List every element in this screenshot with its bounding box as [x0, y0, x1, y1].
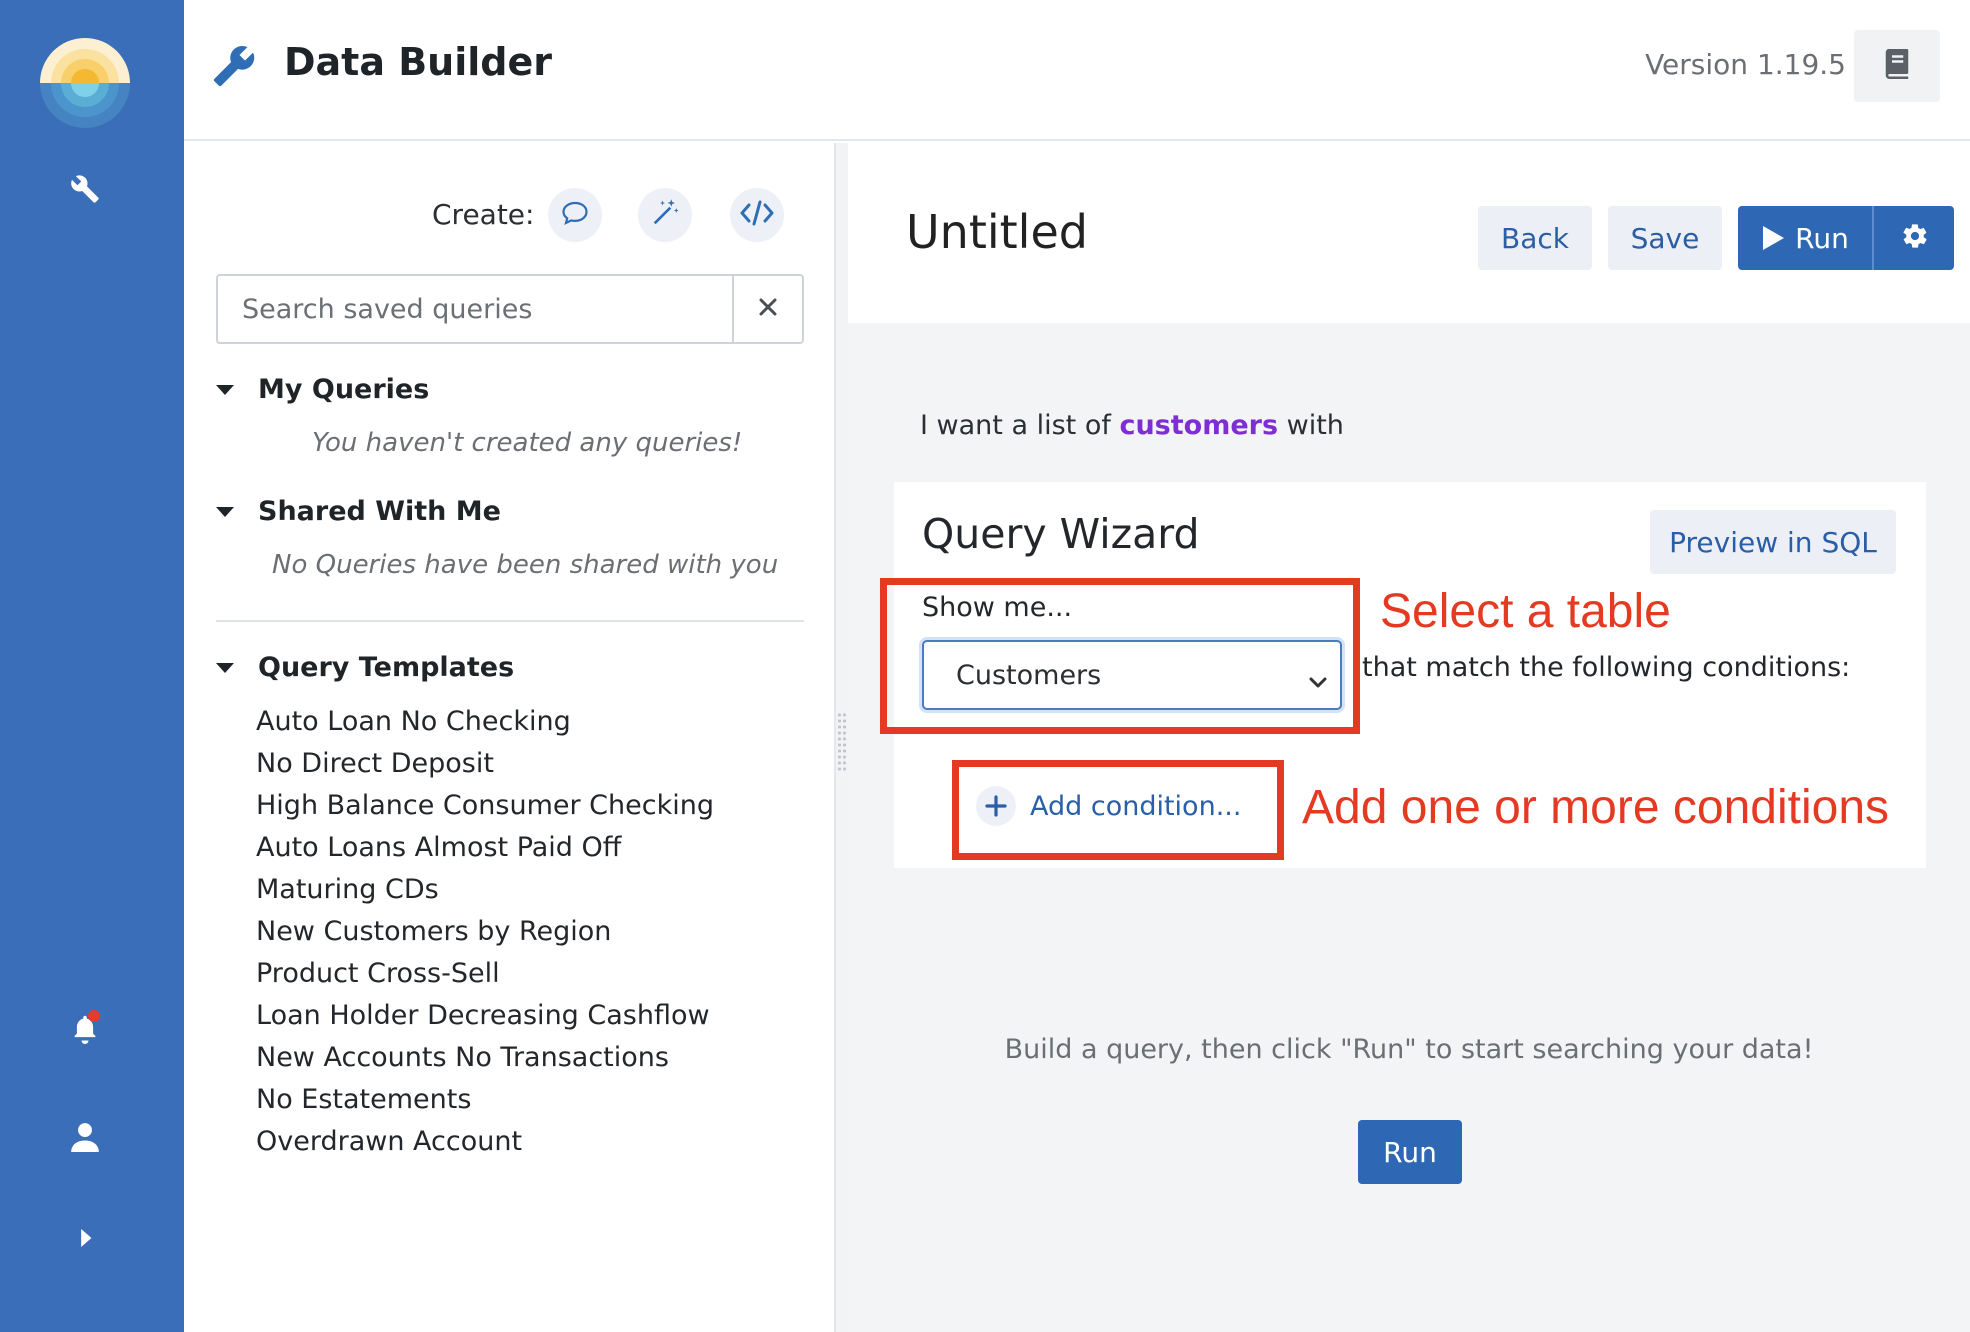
sidebar-divider — [216, 620, 804, 622]
intro-before: I want a list of — [920, 410, 1120, 441]
template-item[interactable]: New Customers by Region — [256, 916, 611, 947]
template-item[interactable]: Auto Loans Almost Paid Off — [256, 832, 621, 863]
shared-title: Shared With Me — [258, 496, 501, 527]
query-sentence: I want a list of customers with — [920, 410, 1344, 441]
docs-button[interactable] — [1854, 30, 1940, 102]
close-icon — [759, 298, 777, 320]
chat-bubble-icon — [561, 200, 589, 230]
search-saved-queries — [216, 274, 804, 344]
caret-down-icon — [216, 662, 234, 673]
create-conversation-button[interactable] — [548, 188, 602, 242]
create-sql-button[interactable] — [730, 188, 784, 242]
template-item[interactable]: Maturing CDs — [256, 874, 439, 905]
resize-grip[interactable] — [837, 712, 847, 772]
app-header: Data Builder Version 1.19.5 — [184, 0, 1970, 141]
template-item[interactable]: Product Cross-Sell — [256, 958, 500, 989]
gear-icon — [1901, 222, 1929, 254]
sunrise-logo[interactable] — [40, 38, 130, 128]
my-queries-empty: You haven't created any queries! — [312, 428, 743, 458]
play-icon — [1761, 225, 1785, 251]
chevron-right-icon[interactable] — [60, 1213, 110, 1263]
create-label: Create: — [432, 198, 535, 231]
wrench-icon — [212, 44, 256, 92]
caret-down-icon — [216, 384, 234, 395]
bell-icon[interactable] — [60, 1004, 110, 1054]
code-icon — [740, 200, 774, 230]
query-title[interactable]: Untitled — [906, 205, 1088, 259]
run-label: Run — [1795, 221, 1849, 255]
save-button[interactable]: Save — [1608, 206, 1722, 270]
annotation-add-conditions: Add one or more conditions — [1302, 781, 1890, 834]
magic-wand-icon — [650, 198, 680, 232]
wrench-icon[interactable] — [60, 164, 110, 214]
notification-dot — [88, 1010, 100, 1022]
run-button-group: Run — [1738, 206, 1954, 270]
annotation-box-condition — [952, 760, 1284, 860]
annotation-select-table: Select a table — [1380, 585, 1671, 638]
match-conditions-label: that match the following conditions: — [1362, 652, 1851, 683]
my-queries-title: My Queries — [258, 374, 430, 405]
run-hint: Build a query, then click "Run" to start… — [1004, 1034, 1814, 1065]
clear-search-button[interactable] — [732, 276, 802, 342]
run-button-bottom[interactable]: Run — [1358, 1120, 1462, 1184]
search-input[interactable] — [218, 276, 734, 342]
template-item[interactable]: Auto Loan No Checking — [256, 706, 571, 737]
shared-empty: No Queries have been shared with you — [272, 550, 779, 580]
back-button[interactable]: Back — [1478, 206, 1592, 270]
caret-down-icon — [216, 506, 234, 517]
templates-title: Query Templates — [258, 652, 515, 683]
run-settings-button[interactable] — [1875, 206, 1954, 270]
user-icon[interactable] — [60, 1112, 110, 1162]
version-label: Version 1.19.5 — [1645, 48, 1846, 81]
wizard-title: Query Wizard — [922, 510, 1200, 558]
app-title: Data Builder — [284, 40, 553, 84]
annotation-box-table — [880, 578, 1360, 734]
preview-sql-button[interactable]: Preview in SQL — [1650, 510, 1896, 574]
my-queries-header[interactable]: My Queries — [216, 374, 429, 405]
templates-header[interactable]: Query Templates — [216, 652, 514, 683]
entity-link[interactable]: customers — [1119, 410, 1278, 441]
template-item[interactable]: Loan Holder Decreasing Cashflow — [256, 1000, 710, 1031]
run-button[interactable]: Run — [1738, 206, 1874, 270]
template-item[interactable]: High Balance Consumer Checking — [256, 790, 714, 821]
template-item[interactable]: New Accounts No Transactions — [256, 1042, 669, 1073]
book-icon — [1884, 49, 1910, 83]
intro-after: with — [1278, 410, 1344, 441]
template-item[interactable]: No Direct Deposit — [256, 748, 494, 779]
shared-header[interactable]: Shared With Me — [216, 496, 501, 527]
template-item[interactable]: No Estatements — [256, 1084, 471, 1115]
create-wizard-button[interactable] — [638, 188, 692, 242]
template-item[interactable]: Overdrawn Account — [256, 1126, 522, 1157]
left-nav-rail — [0, 0, 184, 1332]
